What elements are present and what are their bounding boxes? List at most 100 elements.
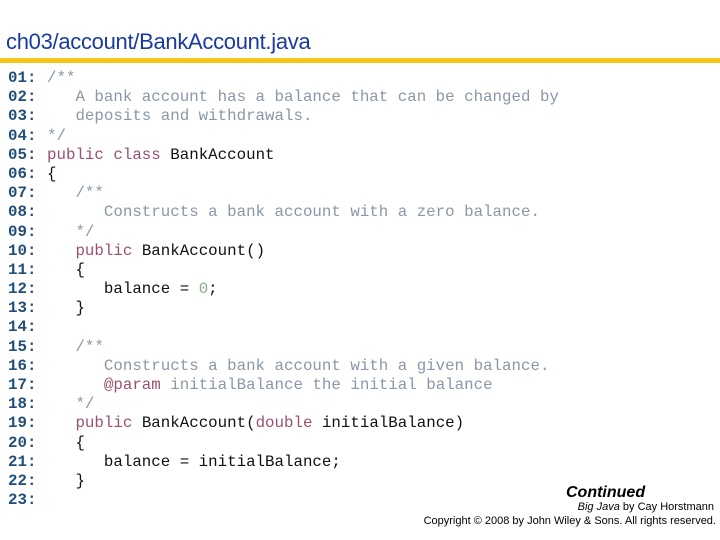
code-text: public class BankAccount <box>47 146 275 165</box>
line-number: 18: <box>8 395 37 414</box>
slide-title: ch03/account/BankAccount.java <box>6 29 311 54</box>
code-token-keyword: public class <box>47 145 171 164</box>
code-text: */ <box>47 395 94 414</box>
line-number: 15: <box>8 337 37 356</box>
line-number: 11: <box>8 260 37 279</box>
line-number: 05: <box>8 145 37 164</box>
line-number: 21: <box>8 452 37 471</box>
code-token-keyword: public <box>75 241 142 260</box>
line-number: 06: <box>8 164 37 183</box>
line-number: 01: <box>8 69 37 87</box>
code-text: deposits and withdrawals. <box>47 107 312 126</box>
code-line: 22: } <box>8 472 559 491</box>
code-text: balance = initialBalance; <box>47 453 341 472</box>
code-token-plain: BankAccount <box>170 145 275 164</box>
continued-label: Continued <box>566 484 646 501</box>
line-number: 14: <box>8 318 37 337</box>
line-number: 03: <box>8 107 37 126</box>
code-line: 01: /** <box>8 69 559 88</box>
code-line: 23: <box>8 491 559 510</box>
code-token-comment: Constructs a bank account with a given b… <box>47 356 550 375</box>
code-text: { <box>47 165 56 184</box>
code-token-comment: /** <box>47 337 104 356</box>
code-token-plain: balance = <box>47 280 199 299</box>
code-token-comment: */ <box>47 395 95 414</box>
code-text: /** <box>47 184 104 203</box>
code-line: 16: Constructs a bank account with a giv… <box>8 357 559 376</box>
line-number: 19: <box>8 414 37 433</box>
code-token-plain: initialBalance) <box>321 414 465 433</box>
code-token-punct: { <box>47 433 85 452</box>
code-line: 08: Constructs a bank account with a zer… <box>8 203 559 222</box>
code-token-punct: { <box>47 260 85 279</box>
code-text: public BankAccount(double initialBalance… <box>47 414 464 433</box>
code-line: 04: */ <box>8 127 559 146</box>
code-line: 02: A bank account has a balance that ca… <box>8 88 559 107</box>
code-line: 17: @param initialBalance the initial ba… <box>8 376 559 395</box>
copyright-notice: Copyright © 2008 by John Wiley & Sons. A… <box>423 515 716 527</box>
code-text: public BankAccount() <box>47 242 265 261</box>
code-text: */ <box>47 223 94 242</box>
code-text: balance = 0; <box>47 280 218 299</box>
code-text: /** <box>47 337 104 357</box>
code-text: Constructs a bank account with a given b… <box>47 356 550 376</box>
line-number: 04: <box>8 126 37 145</box>
line-number: 20: <box>8 433 37 452</box>
code-text: Constructs a bank account with a zero ba… <box>47 203 540 222</box>
code-token-comment: /** <box>47 69 76 87</box>
code-token-keyword: public <box>75 414 142 433</box>
code-line: 19: public BankAccount(double initialBal… <box>8 414 559 433</box>
line-number: 07: <box>8 184 37 203</box>
line-number: 22: <box>8 471 37 490</box>
line-number: 13: <box>8 299 37 318</box>
code-token-punct: { <box>47 164 57 183</box>
code-token-number: 0 <box>198 280 209 299</box>
book-credit: Big Java by Cay Horstmann <box>578 501 714 513</box>
line-number: 10: <box>8 241 37 260</box>
line-number: 08: <box>8 203 37 222</box>
code-text: { <box>47 260 85 280</box>
code-token-comment: A bank account has a balance that can be… <box>47 88 559 107</box>
code-line: 05: public class BankAccount <box>8 146 559 165</box>
code-token-plain: BankAccount() <box>141 241 266 260</box>
code-text: @param initialBalance the initial balanc… <box>47 376 493 395</box>
code-token-comment: */ <box>47 126 66 145</box>
code-text: { <box>47 433 85 453</box>
line-number: 17: <box>8 376 37 394</box>
book-author: by Cay Horstmann <box>619 501 714 513</box>
code-line: 13: } <box>8 299 559 318</box>
code-token-comment: /** <box>47 184 104 203</box>
code-line: 21: balance = initialBalance; <box>8 453 559 472</box>
code-line: 07: /** <box>8 184 559 203</box>
code-line: 14: <box>8 318 559 337</box>
code-token-keyword: double <box>255 414 322 433</box>
code-token-comment: */ <box>47 222 95 241</box>
code-line: 12: balance = 0; <box>8 280 559 299</box>
code-token-comment: Constructs a bank account with a zero ba… <box>47 203 540 222</box>
line-number: 16: <box>8 356 37 375</box>
code-token-plain: balance = initialBalance; <box>47 452 341 471</box>
title-underline <box>0 58 720 63</box>
line-number: 23: <box>8 491 37 510</box>
code-line: 15: /** <box>8 338 559 357</box>
code-text: A bank account has a balance that can be… <box>47 88 559 107</box>
code-line: 11: { <box>8 261 559 280</box>
code-line: 03: deposits and withdrawals. <box>8 107 559 126</box>
line-number: 02: <box>8 88 37 107</box>
code-token-punct: } <box>47 299 85 318</box>
code-line: 20: { <box>8 434 559 453</box>
line-number: 12: <box>8 280 37 299</box>
line-number: 09: <box>8 222 37 241</box>
code-token-plain: BankAccount( <box>141 414 256 433</box>
code-text: /** <box>47 69 75 88</box>
code-token-plain: ; <box>208 280 218 299</box>
code-token-punct: } <box>47 471 85 490</box>
code-listing: 01:/** 02: A bank account has a balance t… <box>8 69 559 510</box>
code-text: */ <box>47 127 66 146</box>
code-token-tag: @param <box>103 376 161 394</box>
book-title: Big Java <box>577 501 620 513</box>
code-line: 06: { <box>8 165 559 184</box>
